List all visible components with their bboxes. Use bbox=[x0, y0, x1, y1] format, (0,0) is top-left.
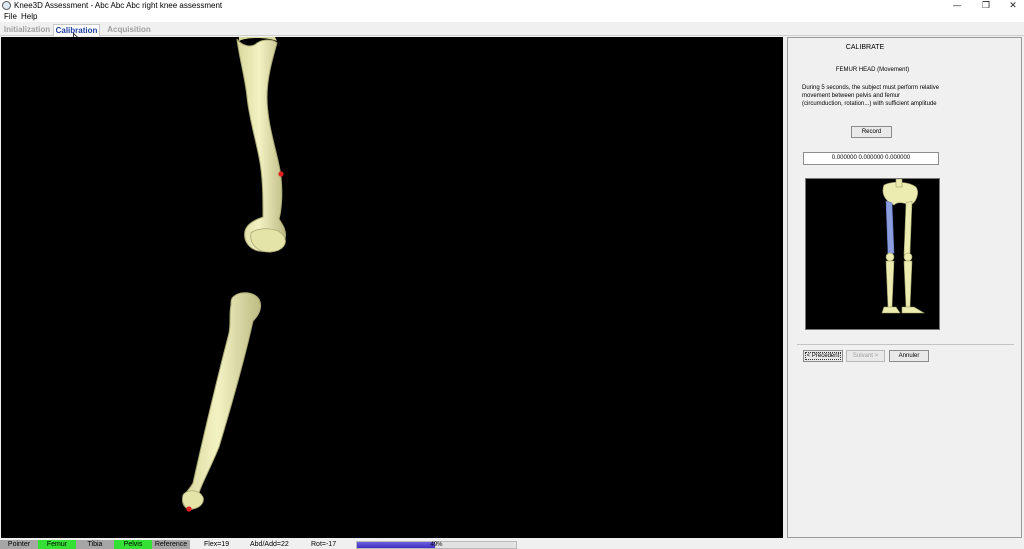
progress-bar: 49% bbox=[356, 541, 517, 549]
tibia-bone bbox=[182, 292, 262, 510]
femur-marker bbox=[278, 171, 284, 177]
previous-button[interactable]: < Précédent bbox=[803, 350, 843, 362]
abd-add-readout: Abd/Add=22 bbox=[250, 541, 289, 548]
panel-subtitle: FEMUR HEAD (Movement) bbox=[835, 67, 910, 73]
cancel-button[interactable]: Annuler bbox=[889, 350, 929, 362]
minimize-button[interactable]: — bbox=[946, 0, 968, 12]
status-marker-pelvis: Pelvis bbox=[114, 540, 152, 549]
preview-skeleton bbox=[881, 179, 926, 314]
tibia-marker bbox=[186, 506, 192, 512]
skeleton-preview bbox=[805, 178, 940, 330]
status-marker-femur: Femur bbox=[38, 540, 76, 549]
progress-label: 49% bbox=[430, 542, 443, 548]
window-title: Knee3D Assessment - Abc Abc Abc right kn… bbox=[14, 1, 223, 10]
rot-readout: Rot=-17 bbox=[311, 541, 337, 548]
panel-title: CALIBRATE bbox=[845, 44, 885, 51]
status-marker-pointer: Pointer bbox=[0, 540, 38, 549]
panel-instructions: During 5 seconds, the subject must perfo… bbox=[802, 85, 940, 107]
record-button[interactable]: Record bbox=[851, 126, 892, 138]
calibration-panel: CALIBRATE FEMUR HEAD (Movement) During 5… bbox=[787, 37, 1022, 538]
3d-viewport[interactable] bbox=[1, 37, 783, 538]
close-button[interactable]: ✕ bbox=[1002, 0, 1024, 12]
restore-button[interactable]: ❐ bbox=[975, 0, 997, 12]
coordinates-field: 0.000000 0.000000 0.000000 bbox=[803, 152, 939, 165]
menu-bar: File Help bbox=[0, 12, 1024, 22]
tab-initialization[interactable]: Initialization bbox=[3, 24, 51, 36]
next-button[interactable]: Suivant > bbox=[846, 350, 885, 362]
app-icon bbox=[2, 1, 11, 10]
panel-divider bbox=[797, 344, 1014, 345]
title-bar: Knee3D Assessment - Abc Abc Abc right kn… bbox=[0, 0, 1024, 12]
status-bar: Pointer Femur Tibia Pelvis Reference Fle… bbox=[0, 540, 1024, 549]
tab-bar: Initialization Calibration Acquisition bbox=[0, 22, 1024, 36]
flex-readout: Flex=19 bbox=[204, 541, 230, 548]
status-marker-tibia: Tibia bbox=[76, 540, 114, 549]
status-marker-reference: Reference bbox=[152, 540, 190, 549]
femur-bone bbox=[236, 37, 286, 253]
menu-help[interactable]: Help bbox=[21, 12, 37, 22]
menu-file[interactable]: File bbox=[4, 12, 17, 22]
tab-acquisition[interactable]: Acquisition bbox=[106, 24, 152, 36]
